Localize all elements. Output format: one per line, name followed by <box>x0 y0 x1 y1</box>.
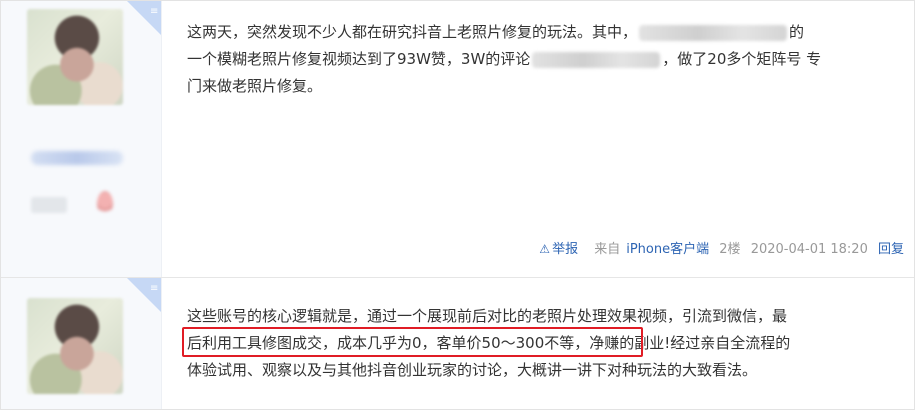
author-sidebar <box>1 1 162 277</box>
author-avatar[interactable] <box>27 298 123 394</box>
source-label: 来自 iPhone客户端 <box>588 242 709 257</box>
warning-icon[interactable]: ⚠ <box>539 242 550 256</box>
post-line-3: 体验试用、观察以及与其他抖音创业玩家的讨论，大概讲一讲下对种玩法的大致看法。 <box>187 361 758 379</box>
redacted-username <box>639 24 788 41</box>
author-badge-blurred <box>31 197 67 213</box>
highlight-annotation <box>182 327 643 357</box>
source-client-link[interactable]: iPhone客户端 <box>626 242 709 257</box>
author-username-blurred[interactable] <box>31 151 123 165</box>
post-meta: ⚠ 举报 来自 iPhone客户端 2楼 2020-04-01 18:20 回复 <box>533 239 904 260</box>
reply-link[interactable]: 回复 <box>878 242 904 257</box>
post-text: 一个模糊老照片修复视频达到了93W赞，3W的评论 <box>187 50 531 68</box>
post-text: 的 <box>789 23 805 41</box>
post-line-1: 这两天，突然发现不少人都在研究抖音上老照片修复的玩法。其中， 的 <box>187 19 891 46</box>
post-floor-2: ≡ 这两天，突然发现不少人都在研究抖音上老照片修复的玩法。其中， 的 一个模糊老照… <box>1 1 914 277</box>
post-line-3: 门来做老照片修复。 <box>187 73 891 100</box>
source-prefix: 来自 <box>594 242 621 257</box>
author-level-icon <box>97 191 113 217</box>
menu-icon[interactable]: ≡ <box>150 7 158 17</box>
post-line-1: 这些账号的核心逻辑就是，通过一个展现前后对比的老照片处理效果视频，引流到微信，最 <box>187 307 788 325</box>
post-line-2: 一个模糊老照片修复视频达到了93W赞，3W的评论 ，做了20多个矩阵号 专 <box>187 46 891 73</box>
redacted-text <box>532 51 661 68</box>
post-text: 这两天，突然发现不少人都在研究抖音上老照片修复的玩法。其中， <box>187 23 638 41</box>
post-floor-3: ≡ 这些账号的核心逻辑就是，通过一个展现前后对比的老照片处理效果视频，引流到微信… <box>1 278 914 409</box>
thread-view: ≡ 这两天，突然发现不少人都在研究抖音上老照片修复的玩法。其中， 的 一个模糊老照… <box>0 0 915 410</box>
report-link[interactable]: 举报 <box>552 242 578 257</box>
post-text: 门来做老照片修复。 <box>187 77 323 95</box>
floor-number: 2楼 <box>719 242 741 257</box>
post-content: 这两天，突然发现不少人都在研究抖音上老照片修复的玩法。其中， 的 一个模糊老照片修… <box>187 19 891 100</box>
post-text: ，做了20多个矩阵号 专 <box>662 50 822 68</box>
post-datetime: 2020-04-01 18:20 <box>750 242 868 257</box>
menu-icon[interactable]: ≡ <box>150 284 158 294</box>
author-avatar[interactable] <box>27 9 123 105</box>
